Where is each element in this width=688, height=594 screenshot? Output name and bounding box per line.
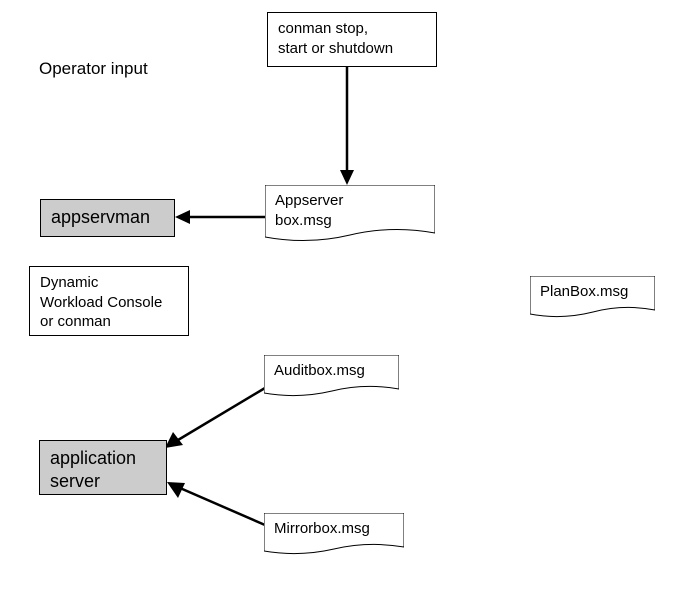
- mirrorbox-msg-text: Mirrorbox.msg: [264, 513, 404, 545]
- dynamic-console-text: Dynamic Workload Console or conman: [40, 274, 162, 330]
- appserver-msg-box: Appserver box.msg: [265, 185, 435, 245]
- arrow-mirrorbox-to-appserver: [165, 480, 275, 535]
- dynamic-console-box: Dynamic Workload Console or conman: [29, 266, 189, 336]
- operator-input-label: Operator input: [39, 59, 148, 79]
- arrow-auditbox-to-appserver: [160, 380, 275, 460]
- label-text: Operator input: [39, 59, 148, 78]
- appservman-box: appservman: [40, 199, 175, 237]
- appserver-msg-text: Appserver box.msg: [265, 185, 435, 236]
- auditbox-msg-text: Auditbox.msg: [264, 355, 399, 387]
- mirrorbox-msg-box: Mirrorbox.msg: [264, 513, 404, 558]
- application-server-text: application server: [50, 448, 136, 491]
- arrow-conman-to-appserver: [335, 67, 360, 187]
- auditbox-msg-box: Auditbox.msg: [264, 355, 399, 400]
- conman-box: conman stop, start or shutdown: [267, 12, 437, 67]
- planbox-msg-text: PlanBox.msg: [530, 276, 655, 308]
- application-server-box: application server: [39, 440, 167, 495]
- planbox-msg-box: PlanBox.msg: [530, 276, 655, 321]
- appservman-text: appservman: [51, 207, 150, 227]
- conman-text: conman stop, start or shutdown: [278, 20, 393, 57]
- arrow-appserver-to-appservman: [175, 205, 270, 230]
